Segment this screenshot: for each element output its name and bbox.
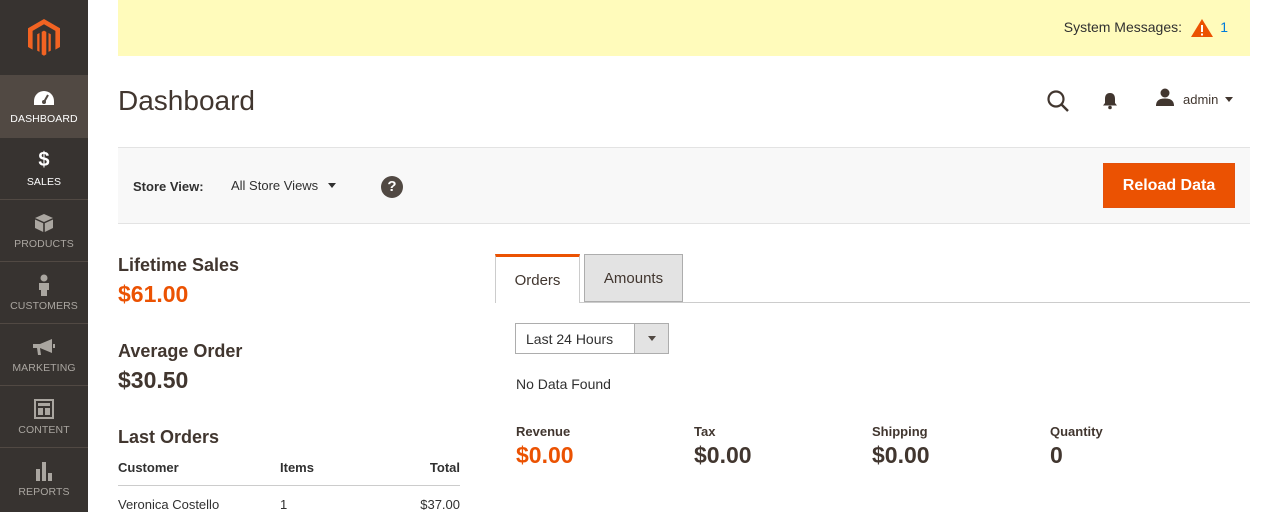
person-icon bbox=[37, 274, 51, 296]
cell-total: $37.00 bbox=[420, 497, 460, 512]
help-icon[interactable]: ? bbox=[381, 176, 403, 198]
table-row[interactable]: Veronica Costello 1 $37.00 bbox=[118, 486, 460, 512]
sidebar-item-label: Products bbox=[14, 237, 74, 250]
lifetime-sales-value: $61.00 bbox=[118, 281, 189, 307]
dollar-icon: $ bbox=[38, 149, 50, 171]
sidebar-item-marketing[interactable]: Marketing bbox=[0, 323, 88, 385]
box-icon bbox=[34, 212, 54, 234]
table-header-row: Customer Items Total bbox=[118, 460, 460, 486]
no-data-message: No Data Found bbox=[516, 376, 611, 392]
megaphone-icon bbox=[32, 336, 56, 358]
sidebar-item-sales[interactable]: $ Sales bbox=[0, 137, 88, 199]
sidebar-item-reports[interactable]: Reports bbox=[0, 447, 88, 509]
magento-logo[interactable] bbox=[0, 0, 88, 75]
sidebar-item-dashboard[interactable]: Dashboard bbox=[0, 75, 88, 137]
layout-icon bbox=[34, 398, 54, 420]
active-tab-gap bbox=[496, 302, 579, 303]
admin-sidebar: Dashboard $ Sales Products Customers Mar… bbox=[0, 0, 88, 512]
column-header-items: Items bbox=[280, 460, 380, 486]
sidebar-item-label: Customers bbox=[10, 299, 78, 312]
average-order-label: Average Order bbox=[118, 341, 243, 361]
sidebar-item-label: Reports bbox=[18, 485, 70, 498]
warning-icon[interactable] bbox=[1190, 18, 1214, 38]
system-messages-bar: System Messages: 1 bbox=[118, 0, 1250, 56]
cell-items: 1 bbox=[280, 497, 288, 512]
metric-value: $0.00 bbox=[872, 442, 930, 468]
sidebar-item-label: Content bbox=[18, 423, 70, 436]
bell-icon[interactable] bbox=[1100, 90, 1120, 110]
sidebar-item-label: Marketing bbox=[12, 361, 76, 374]
metric-label: Quantity bbox=[1050, 424, 1103, 439]
chevron-down-icon bbox=[1225, 96, 1234, 102]
average-order-value: $30.50 bbox=[118, 367, 189, 393]
dashboard-icon bbox=[33, 87, 55, 109]
cell-customer: Veronica Costello bbox=[118, 497, 220, 512]
system-messages-count[interactable]: 1 bbox=[1220, 19, 1228, 35]
column-header-customer: Customer bbox=[118, 460, 280, 486]
metric-quantity: Quantity 0 bbox=[1050, 424, 1103, 469]
tabs-divider bbox=[495, 302, 1250, 303]
lifetime-sales-label: Lifetime Sales bbox=[118, 255, 240, 275]
sidebar-item-content[interactable]: Content bbox=[0, 385, 88, 447]
bar-chart-icon bbox=[35, 460, 53, 482]
search-icon[interactable] bbox=[1046, 89, 1070, 113]
metric-label: Shipping bbox=[872, 424, 928, 439]
user-name: admin bbox=[1183, 91, 1219, 107]
user-icon bbox=[1155, 87, 1175, 112]
admin-user-menu[interactable]: admin bbox=[1155, 87, 1234, 112]
tab-orders[interactable]: Orders bbox=[495, 254, 580, 303]
chevron-down-icon bbox=[634, 324, 668, 353]
store-view-switcher[interactable]: All Store Views bbox=[231, 178, 337, 193]
sidebar-item-products[interactable]: Products bbox=[0, 199, 88, 261]
store-view-value: All Store Views bbox=[231, 178, 319, 193]
column-header-total: Total bbox=[380, 460, 460, 486]
store-view-label: Store View: bbox=[133, 179, 204, 194]
system-messages-label: System Messages: bbox=[1063, 19, 1182, 35]
metric-label: Tax bbox=[694, 424, 716, 439]
metric-tax: Tax $0.00 bbox=[694, 424, 752, 469]
last-orders-title: Last Orders bbox=[118, 427, 220, 447]
period-select[interactable]: Last 24 Hours bbox=[515, 323, 669, 354]
sidebar-item-label: Dashboard bbox=[10, 113, 78, 125]
store-view-toolbar: Store View: All Store Views ? Reload Dat… bbox=[118, 147, 1250, 224]
chevron-down-icon bbox=[328, 183, 337, 188]
magento-logo-icon bbox=[28, 18, 60, 56]
tab-amounts[interactable]: Amounts bbox=[584, 254, 683, 302]
metric-shipping: Shipping $0.00 bbox=[872, 424, 930, 469]
reload-data-button[interactable]: Reload Data bbox=[1103, 163, 1235, 208]
metric-value: 0 bbox=[1050, 442, 1063, 468]
page-title: Dashboard bbox=[118, 85, 255, 116]
sidebar-item-label: Sales bbox=[26, 175, 62, 188]
sidebar-item-customers[interactable]: Customers bbox=[0, 261, 88, 323]
metric-value: $0.00 bbox=[694, 442, 752, 468]
period-select-value: Last 24 Hours bbox=[526, 330, 614, 347]
metric-value: $0.00 bbox=[516, 442, 574, 468]
last-orders-table: Customer Items Total Veronica Costello 1… bbox=[118, 460, 460, 512]
metric-revenue: Revenue $0.00 bbox=[516, 424, 574, 469]
metric-label: Revenue bbox=[516, 424, 571, 439]
